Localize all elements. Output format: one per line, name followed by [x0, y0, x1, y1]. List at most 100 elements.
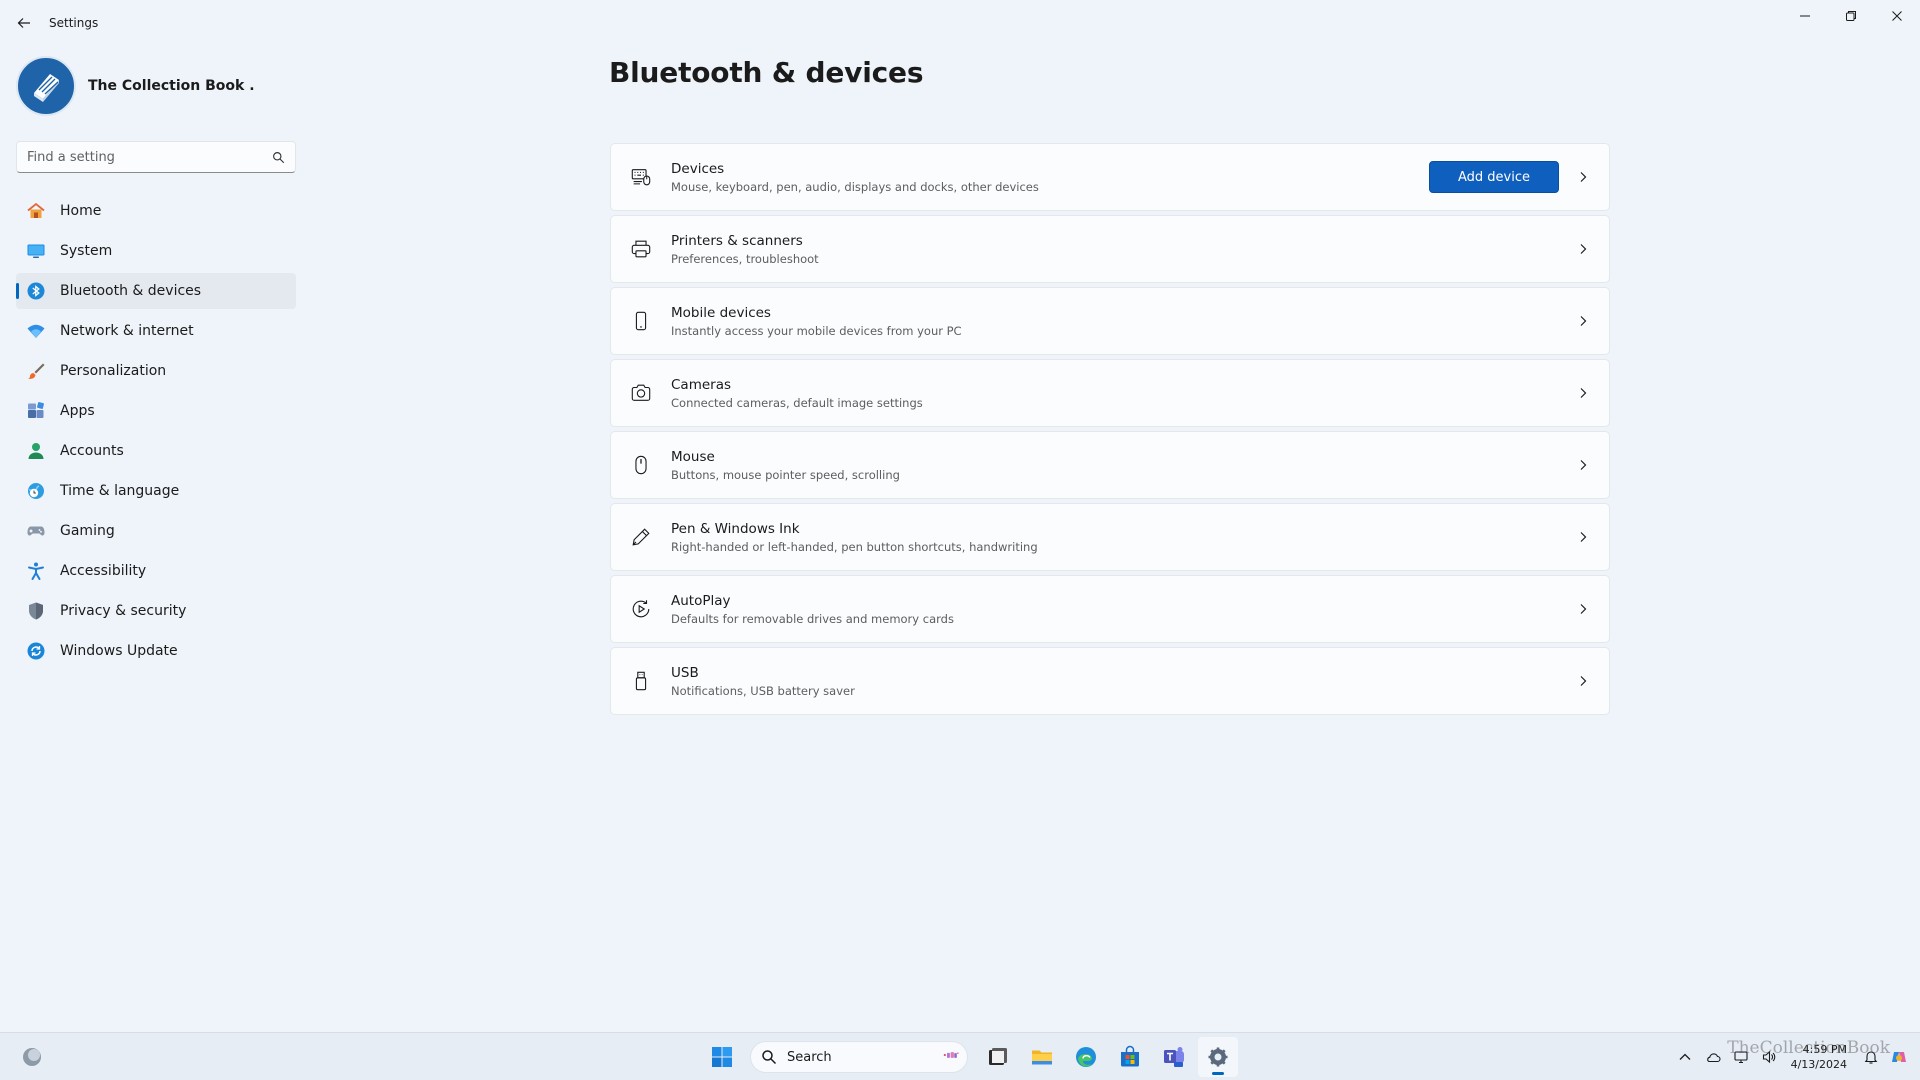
card-pen-windows-ink[interactable]: Pen & Windows Ink Right-handed or left-h…	[610, 503, 1610, 571]
store-icon	[1121, 1045, 1139, 1067]
book-logo-icon	[34, 74, 59, 102]
search-icon	[762, 1050, 777, 1065]
card-autoplay[interactable]: AutoPlay Defaults for removable drives a…	[610, 575, 1610, 643]
sidebar-item-privacy-security[interactable]: Privacy & security	[16, 593, 296, 629]
profile-name: The Collection Book .	[88, 78, 255, 94]
sidebar-item-apps[interactable]: Apps	[16, 393, 296, 429]
restore-icon	[1846, 11, 1856, 21]
card-cameras[interactable]: Cameras Connected cameras, default image…	[610, 359, 1610, 427]
task-view-icon	[989, 1048, 1007, 1065]
card-mobile-devices[interactable]: Mobile devices Instantly access your mob…	[610, 287, 1610, 355]
title-bar: Settings	[0, 0, 1920, 46]
accessibility-icon	[26, 561, 46, 581]
card-text: AutoPlay Defaults for removable drives a…	[671, 593, 1575, 626]
chevron-up-icon	[1679, 1053, 1691, 1060]
sidebar-item-bluetooth-devices[interactable]: Bluetooth & devices	[16, 273, 296, 309]
card-text: Cameras Connected cameras, default image…	[671, 377, 1575, 410]
camera-icon	[629, 381, 653, 405]
network-tray-button[interactable]	[1730, 1046, 1752, 1068]
home-icon	[26, 201, 46, 221]
sidebar-item-label: Privacy & security	[60, 603, 187, 619]
sidebar-item-windows-update[interactable]: Windows Update	[16, 633, 296, 669]
widgets-button[interactable]	[20, 1045, 44, 1069]
find-setting-search[interactable]	[16, 141, 296, 173]
system-tray: 4:59 PM 4/13/2024	[1671, 1033, 1920, 1080]
card-title: Mobile devices	[671, 304, 771, 321]
card-subtitle: Notifications, USB battery saver	[671, 683, 855, 698]
sidebar-item-personalization[interactable]: Personalization	[16, 353, 296, 389]
start-button[interactable]	[702, 1037, 742, 1077]
window-controls	[1782, 0, 1920, 32]
minimize-icon	[1800, 15, 1810, 17]
search-icon[interactable]	[272, 151, 285, 164]
minimize-button[interactable]	[1782, 0, 1828, 32]
chevron-right-icon	[1575, 457, 1591, 473]
card-text: Mobile devices Instantly access your mob…	[671, 305, 1575, 338]
search-input[interactable]	[27, 149, 272, 165]
taskbar-search[interactable]: Search	[750, 1041, 968, 1073]
pen-icon	[629, 525, 653, 549]
settings-app-button[interactable]	[1198, 1037, 1238, 1077]
gamepad-icon	[26, 521, 46, 541]
chevron-right-icon	[1575, 529, 1591, 545]
sidebar-item-system[interactable]: System	[16, 233, 296, 269]
sidebar-item-label: Personalization	[60, 363, 167, 379]
sidebar-item-time-language[interactable]: Time & language	[16, 473, 296, 509]
card-title: Mouse	[671, 448, 715, 465]
card-subtitle: Instantly access your mobile devices fro…	[671, 323, 962, 338]
chevron-right-icon	[1575, 601, 1591, 617]
chevron-right-icon	[1575, 385, 1591, 401]
notifications-button[interactable]	[1860, 1046, 1882, 1068]
card-subtitle: Buttons, mouse pointer speed, scrolling	[671, 467, 900, 482]
avatar	[16, 56, 76, 116]
sidebar-item-accessibility[interactable]: Accessibility	[16, 553, 296, 589]
copilot-button[interactable]	[1888, 1046, 1910, 1068]
sidebar-nav: Home System Bluetooth & devices Network …	[16, 193, 296, 673]
close-button[interactable]	[1874, 0, 1920, 32]
card-printers-scanners[interactable]: Printers & scanners Preferences, trouble…	[610, 215, 1610, 283]
card-text: USB Notifications, USB battery saver	[671, 665, 1575, 698]
clock-date: 4/13/2024	[1790, 1058, 1847, 1071]
profile[interactable]: The Collection Book .	[16, 56, 255, 116]
back-arrow-icon	[17, 18, 30, 28]
sidebar-item-label: Accessibility	[60, 563, 147, 579]
sidebar-item-accounts[interactable]: Accounts	[16, 433, 296, 469]
sidebar-item-network-internet[interactable]: Network & internet	[16, 313, 296, 349]
gear-icon	[1208, 1047, 1228, 1067]
cloud-icon	[1706, 1053, 1721, 1063]
card-devices[interactable]: Devices Mouse, keyboard, pen, audio, dis…	[610, 143, 1610, 211]
back-button[interactable]	[7, 6, 41, 40]
card-title: Printers & scanners	[671, 232, 803, 249]
card-text: Devices Mouse, keyboard, pen, audio, dis…	[671, 161, 1429, 194]
volume-tray-button[interactable]	[1758, 1046, 1780, 1068]
sidebar-item-label: Accounts	[60, 443, 124, 459]
edge-browser-button[interactable]	[1066, 1037, 1106, 1077]
card-usb[interactable]: USB Notifications, USB battery saver	[610, 647, 1610, 715]
chevron-right-icon	[1575, 169, 1591, 185]
update-icon	[26, 641, 46, 661]
file-explorer-button[interactable]	[1022, 1037, 1062, 1077]
app-title: Settings	[49, 16, 99, 30]
globe-clock-icon	[26, 481, 46, 501]
add-device-button[interactable]: Add device	[1429, 161, 1559, 193]
card-mouse[interactable]: Mouse Buttons, mouse pointer speed, scro…	[610, 431, 1610, 499]
onedrive-tray-button[interactable]	[1702, 1046, 1724, 1068]
clock[interactable]: 4:59 PM 4/13/2024	[1791, 1042, 1847, 1072]
windows-logo-icon	[712, 1047, 732, 1067]
microsoft-store-button[interactable]	[1110, 1037, 1150, 1077]
printer-icon	[629, 237, 653, 261]
speaker-icon	[1762, 1050, 1775, 1064]
close-icon	[1892, 11, 1902, 21]
show-hidden-icons-button[interactable]	[1674, 1046, 1696, 1068]
restore-button[interactable]	[1828, 0, 1874, 32]
sidebar-item-gaming[interactable]: Gaming	[16, 513, 296, 549]
taskbar: Search 4:59 PM 4/13/2024	[0, 1032, 1920, 1080]
page-title: Bluetooth & devices	[609, 56, 924, 89]
teams-button[interactable]	[1154, 1037, 1194, 1077]
wifi-icon	[26, 321, 46, 341]
sidebar-item-home[interactable]: Home	[16, 193, 296, 229]
sidebar-item-label: Network & internet	[60, 323, 194, 339]
card-subtitle: Defaults for removable drives and memory…	[671, 611, 954, 626]
task-view-button[interactable]	[978, 1037, 1018, 1077]
card-title: USB	[671, 664, 699, 681]
